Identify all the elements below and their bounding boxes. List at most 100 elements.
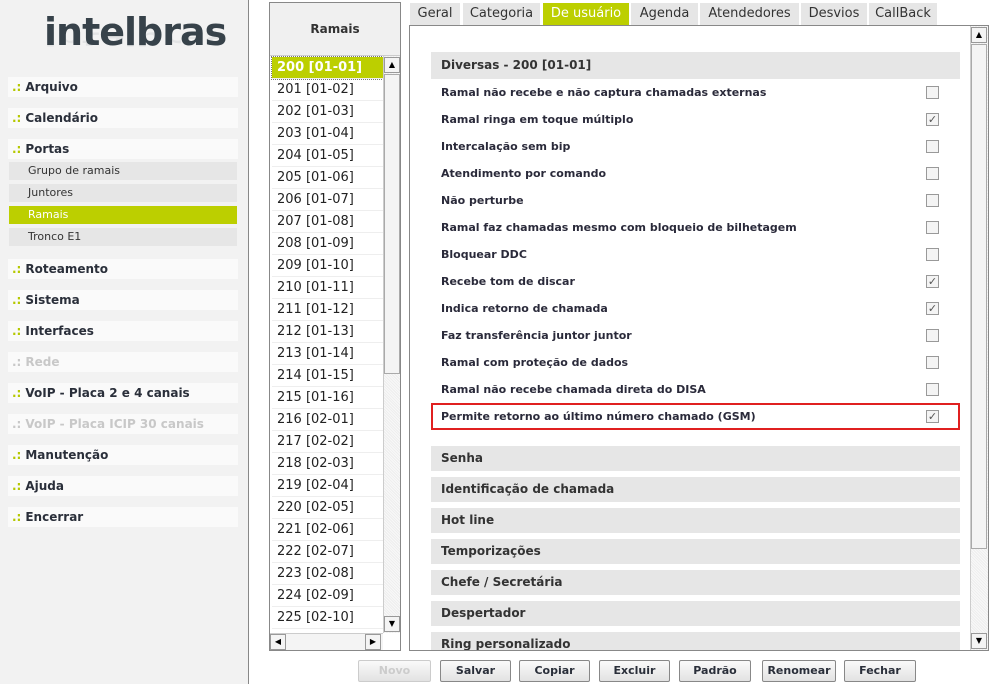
ramal-list-item[interactable]: 220 [02-05] [272,497,383,519]
option-row: Atendimento por comando [431,160,960,187]
option-checkbox[interactable] [926,167,939,180]
section-ring-personalizado[interactable]: Ring personalizado [431,632,960,650]
content-scroll-down-button[interactable]: ▼ [971,633,987,649]
sidebar-menu-interfaces[interactable]: .: Interfaces [8,321,238,341]
ramal-list-item[interactable]: 204 [01-05] [272,145,383,167]
scroll-left-button[interactable]: ◀ [270,634,286,650]
content-scroll-thumb[interactable] [971,44,987,549]
ramal-list-item[interactable]: 218 [02-03] [272,453,383,475]
tab-de-usuario[interactable]: De usuário [543,3,629,25]
option-row: Ramal ringa em toque múltiplo ✓ [431,106,960,133]
sidebar-item-ramais[interactable]: Ramais [9,206,237,224]
sidebar-menu-voip-placa-2-e-4-canais[interactable]: .: VoIP - Placa 2 e 4 canais [8,383,238,403]
option-label: Ramal ringa em toque múltiplo [441,113,634,126]
sidebar-menu-arquivo[interactable]: .: Arquivo [8,77,238,97]
section-header[interactable]: Diversas - 200 [01-01] [431,52,960,79]
ramal-list-item[interactable]: 224 [02-09] [272,585,383,607]
sidebar-item-juntores[interactable]: Juntores [9,184,237,202]
sidebar-menu-manutencao[interactable]: .: Manutenção [8,445,238,465]
option-checkbox[interactable]: ✓ [926,302,939,315]
content-scroll-up-button[interactable]: ▲ [971,27,987,43]
option-checkbox[interactable] [926,329,939,342]
section-senha[interactable]: Senha [431,446,960,471]
sidebar-menu-calendario[interactable]: .: Calendário [8,108,238,128]
ramais-list-panel: Ramais 200 [01-01] 201 [01-02] 202 [01-03]… [269,2,401,651]
menu-label: Sistema [25,293,80,307]
tab-callback[interactable]: CallBack [869,3,937,25]
ramal-list-item[interactable]: 223 [02-08] [272,563,383,585]
menu-label: Encerrar [25,510,84,524]
ramal-list-item[interactable]: 206 [01-07] [272,189,383,211]
tab-desvios[interactable]: Desvios [801,3,867,25]
scroll-thumb[interactable] [384,74,400,374]
option-row: Ramal não recebe chamada direta do DISA [431,376,960,403]
ramal-list-item[interactable]: 201 [01-02] [272,79,383,101]
scroll-down-button[interactable]: ▼ [384,616,400,632]
option-row: Bloquear DDC [431,241,960,268]
tab-atendedores[interactable]: Atendedores [700,3,799,25]
option-checkbox[interactable]: ✓ [926,275,939,288]
copiar-button[interactable]: Copiar [519,660,590,682]
option-checkbox[interactable] [926,248,939,261]
ramal-list-item[interactable]: 208 [01-09] [272,233,383,255]
section-hot-line[interactable]: Hot line [431,508,960,533]
option-label: Intercalação sem bip [441,140,571,153]
menu-label: Arquivo [25,80,78,94]
renomear-button[interactable]: Renomear [762,660,836,682]
ramal-list-item[interactable]: 219 [02-04] [272,475,383,497]
option-checkbox[interactable]: ✓ [926,113,939,126]
ramal-list-item[interactable]: 213 [01-14] [272,343,383,365]
section-temporizacoes[interactable]: Temporizações [431,539,960,564]
ramal-list-item[interactable]: 210 [01-11] [272,277,383,299]
sidebar-menu-encerrar[interactable]: .: Encerrar [8,507,238,527]
option-checkbox[interactable] [926,194,939,207]
ramais-horizontal-scrollbar[interactable]: ◀ ▶ [270,633,383,650]
padrao-button[interactable]: Padrão [679,660,751,682]
sidebar-menu-portas[interactable]: .: Portas [8,139,238,159]
scroll-up-button[interactable]: ▲ [384,57,400,73]
ramal-list-item[interactable]: 209 [01-10] [272,255,383,277]
ramal-list-item[interactable]: 216 [02-01] [272,409,383,431]
option-row: Ramal faz chamadas mesmo com bloqueio de… [431,214,960,241]
tab-categoria[interactable]: Categoria [463,3,540,25]
sidebar-item-tronco-e1[interactable]: Tronco E1 [9,228,237,246]
sidebar-menu-ajuda[interactable]: .: Ajuda [8,476,238,496]
option-row: Intercalação sem bip [431,133,960,160]
option-checkbox[interactable] [926,221,939,234]
section-chefe-secretaria[interactable]: Chefe / Secretária [431,570,960,595]
option-checkbox[interactable] [926,383,939,396]
sidebar-item-grupo-de-ramais[interactable]: Grupo de ramais [9,162,237,180]
ramal-list-item[interactable]: 221 [02-06] [272,519,383,541]
ramal-list-item[interactable]: 207 [01-08] [272,211,383,233]
tab-agenda[interactable]: Agenda [631,3,698,25]
ramal-list-item[interactable]: 202 [01-03] [272,101,383,123]
section-identificacao-de-chamada[interactable]: Identificação de chamada [431,477,960,502]
ramal-list-item[interactable]: 205 [01-06] [272,167,383,189]
option-row: Ramal com proteção de dados [431,349,960,376]
ramal-list-item[interactable]: 225 [02-10] [272,607,383,629]
option-checkbox[interactable]: ✓ [926,410,939,423]
ramal-list-item[interactable]: 217 [02-02] [272,431,383,453]
ramal-list-item[interactable]: 203 [01-04] [272,123,383,145]
sidebar-menu-sistema[interactable]: .: Sistema [8,290,238,310]
fechar-button[interactable]: Fechar [844,660,916,682]
salvar-button[interactable]: Salvar [440,660,511,682]
menu-bullet: .: [12,448,22,462]
ramal-list-item[interactable]: 212 [01-13] [272,321,383,343]
menu-bullet: .: [12,355,22,369]
option-checkbox[interactable] [926,86,939,99]
scroll-right-button[interactable]: ▶ [365,634,381,650]
option-checkbox[interactable] [926,356,939,369]
tab-geral[interactable]: Geral [410,3,460,25]
menu-bullet: .: [12,386,22,400]
ramal-list-item[interactable]: 211 [01-12] [272,299,383,321]
ramal-list-item[interactable]: 222 [02-07] [272,541,383,563]
option-checkbox[interactable] [926,140,939,153]
menu-label: VoIP - Placa 2 e 4 canais [25,386,190,400]
excluir-button[interactable]: Excluir [599,660,670,682]
ramal-list-item[interactable]: 214 [01-15] [272,365,383,387]
ramal-list-item[interactable]: 200 [01-01] [271,56,384,80]
ramal-list-item[interactable]: 215 [01-16] [272,387,383,409]
section-despertador[interactable]: Despertador [431,601,960,626]
sidebar-menu-roteamento[interactable]: .: Roteamento [8,259,238,279]
